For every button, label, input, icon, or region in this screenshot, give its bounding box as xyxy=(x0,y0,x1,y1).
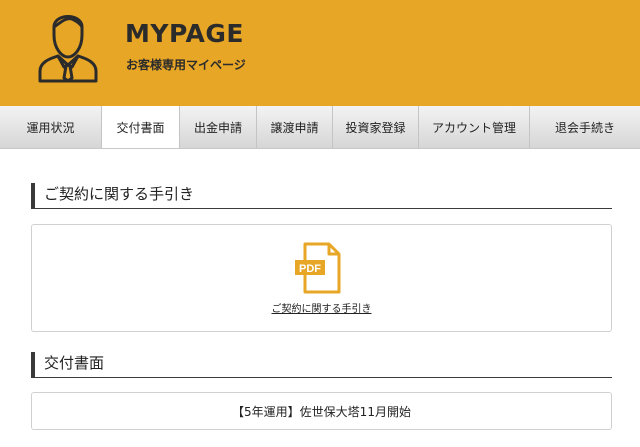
tab-account-management[interactable]: アカウント管理 xyxy=(419,106,530,148)
contract-guide-heading: ご契約に関する手引き xyxy=(31,183,612,209)
pdf-icon-label: PDF xyxy=(299,263,321,275)
document-item-label[interactable]: 【5年運用】佐世保大塔11月開始 xyxy=(32,393,611,429)
contract-guide-box: PDF ご契約に関する手引き xyxy=(31,224,612,332)
tab-investor-registration[interactable]: 投資家登録 xyxy=(333,106,419,148)
tab-transfer-request[interactable]: 譲渡申請 xyxy=(257,106,333,148)
tab-delivered-documents[interactable]: 交付書面 xyxy=(102,106,180,148)
page-title: MYPAGE xyxy=(125,19,244,48)
document-list-item: 【5年運用】佐世保大塔11月開始 xyxy=(31,392,612,430)
pdf-file-icon[interactable]: PDF xyxy=(293,242,343,294)
delivered-documents-heading: 交付書面 xyxy=(31,352,612,378)
tab-operation-status[interactable]: 運用状況 xyxy=(0,106,102,148)
contract-guide-link[interactable]: ご契約に関する手引き xyxy=(32,300,611,315)
page-subtitle: お客様専用マイページ xyxy=(126,58,246,72)
tab-withdrawal-request[interactable]: 出金申請 xyxy=(180,106,257,148)
businessman-icon xyxy=(38,15,98,83)
main-nav: 運用状況 交付書面 出金申請 譲渡申請 投資家登録 アカウント管理 退会手続き xyxy=(0,106,640,149)
tab-withdraw-membership[interactable]: 退会手続き xyxy=(530,106,640,148)
site-header: MYPAGE お客様専用マイページ xyxy=(0,0,640,106)
